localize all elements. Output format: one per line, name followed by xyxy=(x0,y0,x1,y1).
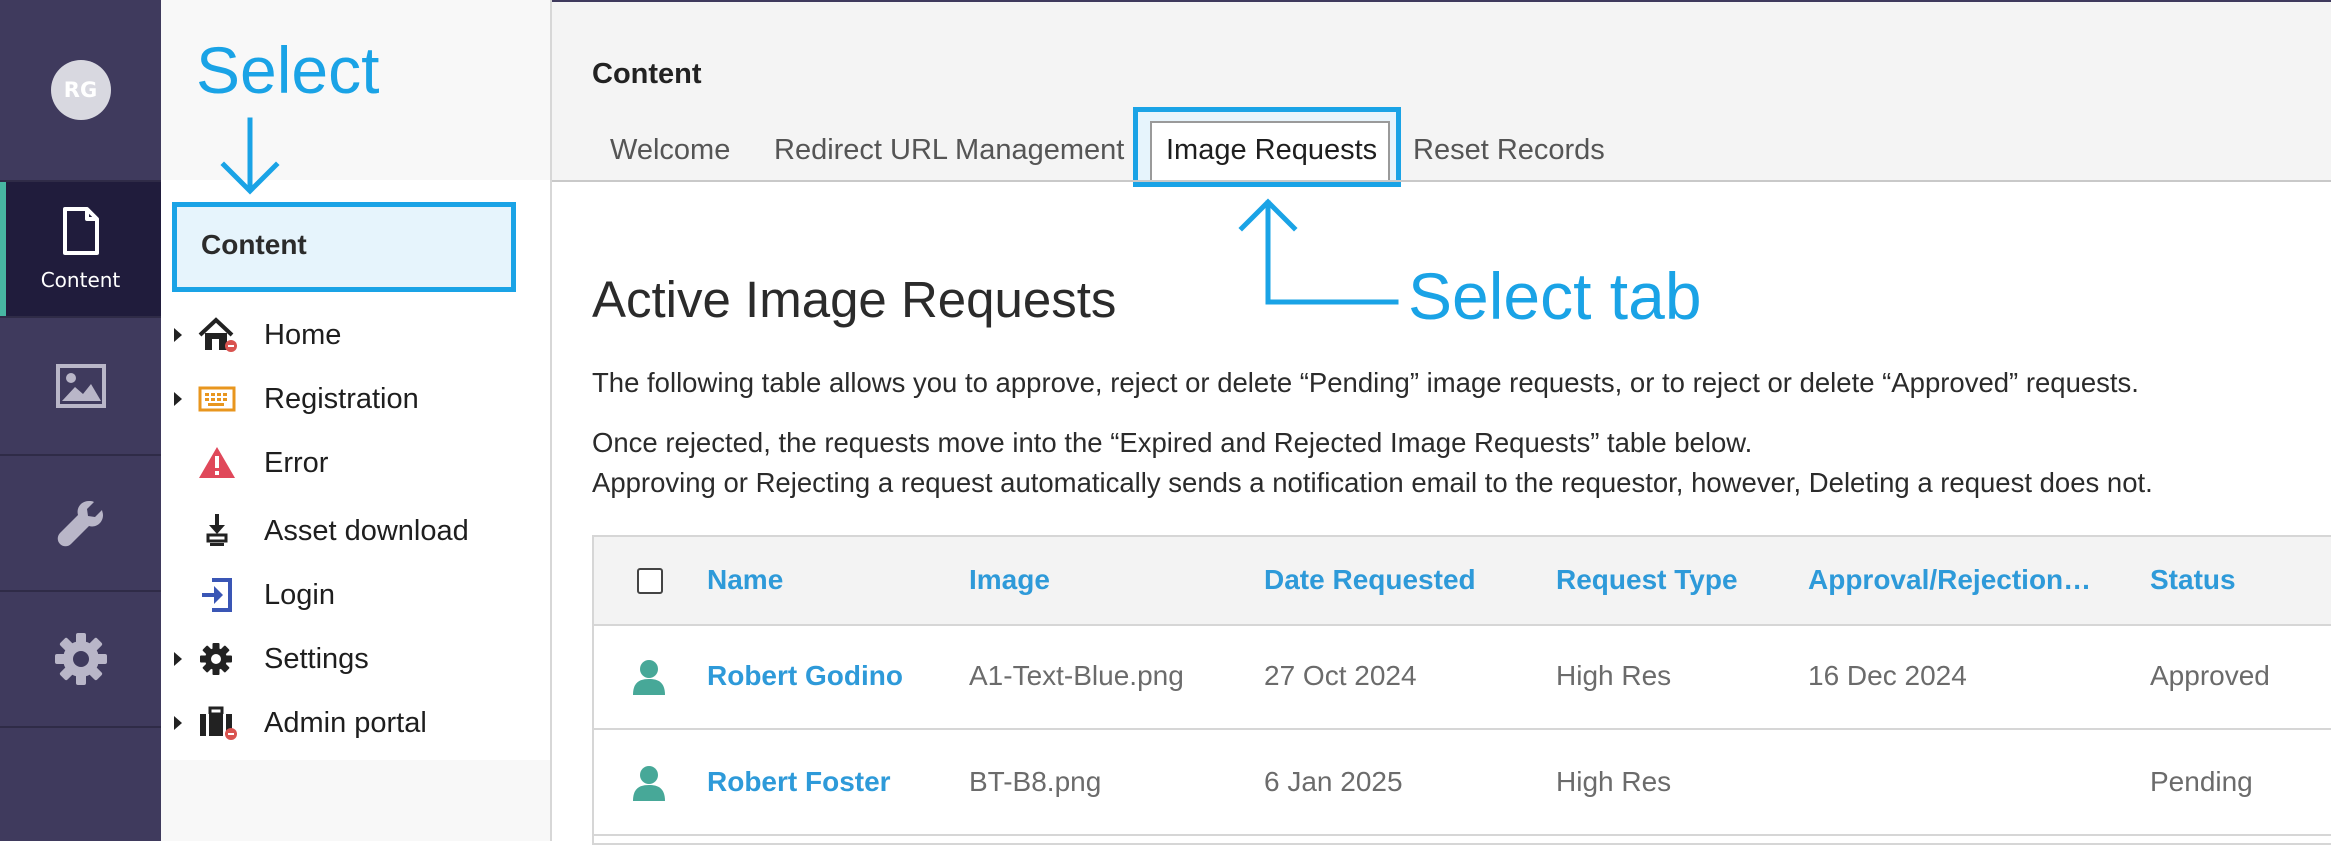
annotation-arrows xyxy=(220,117,1399,305)
